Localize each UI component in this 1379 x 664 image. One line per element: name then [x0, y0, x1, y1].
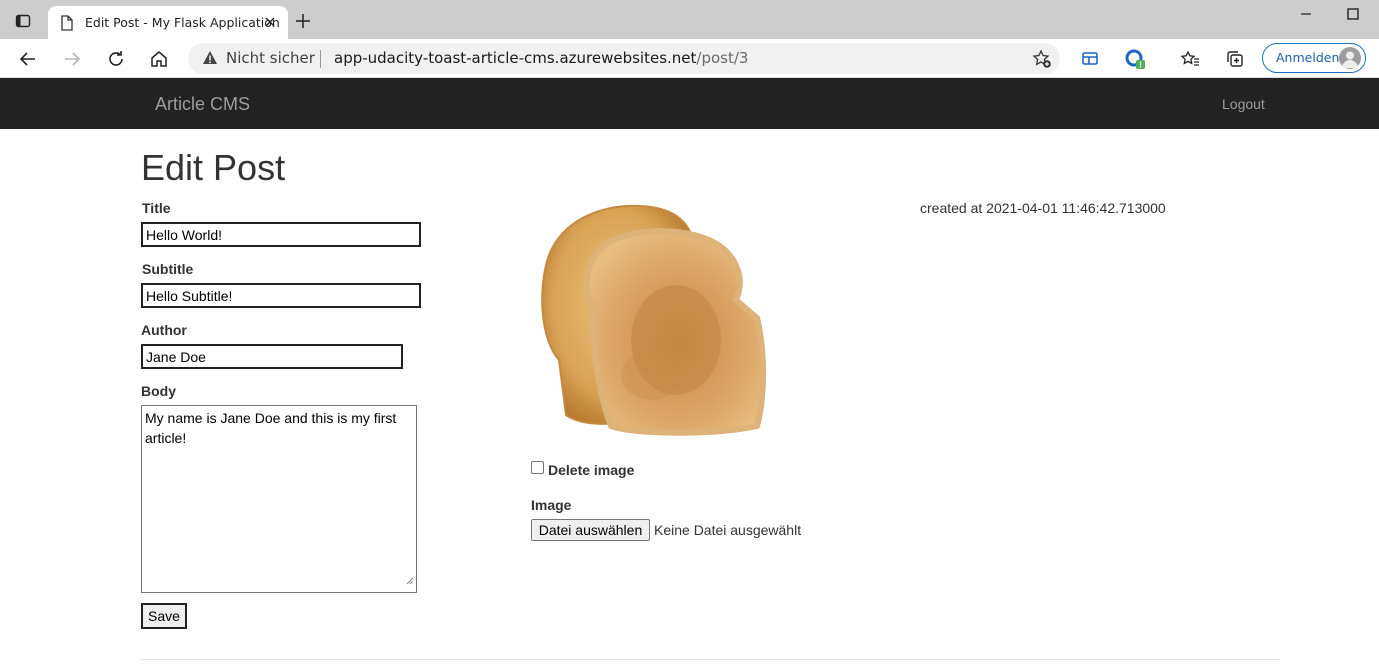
- favorites-icon[interactable]: [1178, 47, 1202, 71]
- security-label[interactable]: Nicht sicher: [226, 49, 315, 67]
- page-title: Edit Post: [141, 147, 286, 188]
- extension-icon[interactable]: [1123, 47, 1147, 71]
- divider: [141, 659, 1280, 660]
- delete-image-checkbox[interactable]: [531, 461, 544, 474]
- body-label: Body: [141, 383, 176, 399]
- image-label: Image: [531, 497, 572, 513]
- signin-label: Anmelden: [1276, 50, 1340, 65]
- delete-image-label[interactable]: Delete image: [548, 462, 634, 478]
- logout-link[interactable]: Logout: [1222, 96, 1265, 112]
- address-separator: [320, 50, 321, 68]
- app-navbar: Article CMS Logout: [0, 78, 1379, 129]
- brand-link[interactable]: Article CMS: [155, 94, 250, 115]
- tab-actions-icon[interactable]: [12, 10, 34, 32]
- url-path: /post/3: [696, 49, 749, 67]
- home-icon[interactable]: [147, 47, 171, 71]
- signin-button[interactable]: Anmelden: [1262, 43, 1366, 73]
- url-host: app-udacity-toast-article-cms.azurewebsi…: [334, 49, 697, 67]
- tab-title: Edit Post - My Flask Application: [85, 15, 280, 30]
- plus-icon[interactable]: [294, 12, 312, 35]
- minimize-icon[interactable]: [1298, 6, 1314, 27]
- star-plus-icon[interactable]: [1032, 49, 1052, 74]
- title-label: Title: [142, 200, 171, 216]
- avatar: [1339, 47, 1361, 69]
- resize-grip-icon[interactable]: [405, 570, 414, 590]
- forward-arrow-icon[interactable]: [60, 47, 84, 71]
- post-image: [541, 204, 767, 436]
- tab-collections-icon[interactable]: [1223, 47, 1247, 71]
- author-input[interactable]: [141, 344, 403, 369]
- browser-toolbar: Nicht sicher app-udacity-toast-article-c…: [0, 39, 1379, 78]
- warning-icon[interactable]: [202, 50, 218, 71]
- page-icon: [60, 15, 74, 36]
- close-icon[interactable]: [262, 14, 278, 30]
- browser-tab-strip: Edit Post - My Flask Application: [0, 0, 1379, 39]
- created-at-text: created at 2021-04-01 11:46:42.713000: [920, 200, 1166, 216]
- maximize-icon[interactable]: [1345, 6, 1361, 27]
- choose-file-button[interactable]: Datei auswählen: [531, 519, 650, 541]
- subtitle-input[interactable]: [141, 283, 421, 308]
- body-text: My name is Jane Doe and this is my first…: [145, 410, 397, 446]
- title-input[interactable]: [141, 222, 421, 247]
- file-status-text: Keine Datei ausgewählt: [654, 522, 802, 538]
- subtitle-label: Subtitle: [142, 261, 194, 277]
- browser-tab[interactable]: Edit Post - My Flask Application: [48, 6, 288, 39]
- url-text[interactable]: app-udacity-toast-article-cms.azurewebsi…: [334, 49, 748, 67]
- save-button[interactable]: Save: [141, 603, 187, 629]
- reload-icon[interactable]: [104, 47, 128, 71]
- address-bar[interactable]: Nicht sicher app-udacity-toast-article-c…: [188, 43, 1060, 74]
- back-arrow-icon[interactable]: [16, 47, 40, 71]
- author-label: Author: [141, 322, 187, 338]
- body-textarea[interactable]: My name is Jane Doe and this is my first…: [141, 405, 417, 593]
- collections-icon[interactable]: [1078, 47, 1102, 71]
